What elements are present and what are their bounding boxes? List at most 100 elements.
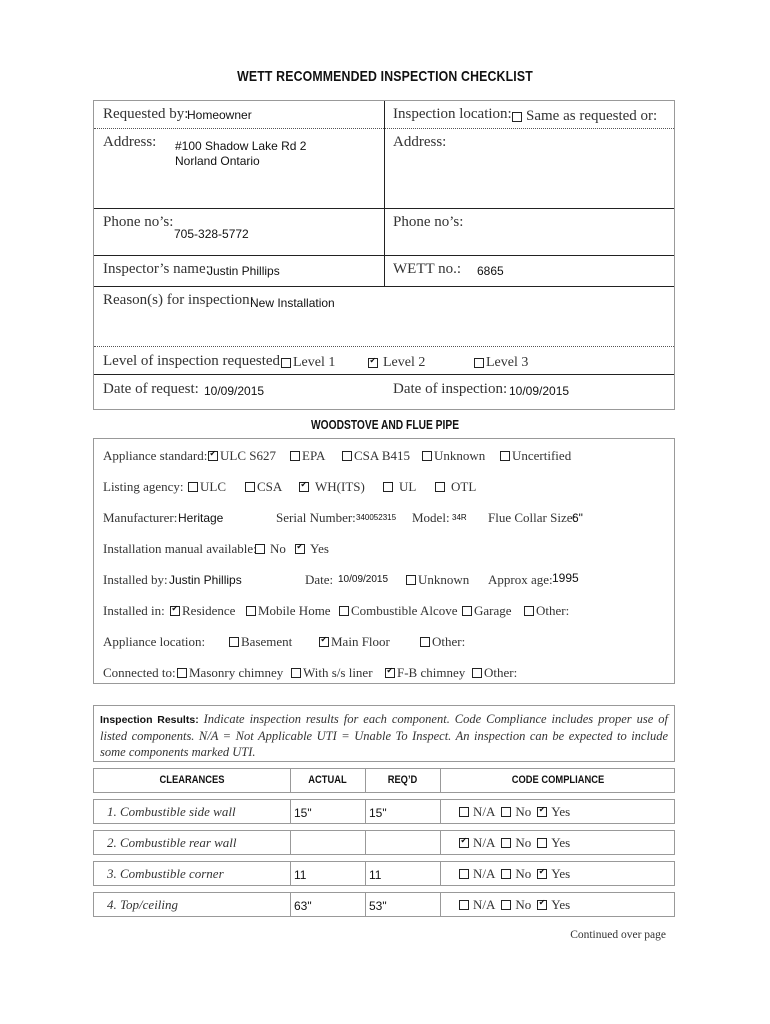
compliance-yes-option[interactable]: Yes (537, 835, 570, 850)
appliance-standard-unknown-checkbox[interactable] (422, 451, 432, 461)
compliance-na-checkbox[interactable] (459, 836, 469, 848)
address-line2-field[interactable]: Norland Ontario (175, 154, 260, 168)
listing-agency-csa-checkbox[interactable] (245, 482, 255, 492)
manual-yes-checkbox[interactable] (295, 542, 305, 554)
compliance-yes-checkbox[interactable] (537, 838, 548, 848)
appliance-standard-uncertified-checkbox[interactable] (500, 451, 510, 461)
same-as-requested-checkbox[interactable] (512, 111, 522, 122)
installed-in-garage-checkbox[interactable] (462, 606, 472, 616)
listing-agency-wh-checkbox[interactable] (299, 480, 309, 492)
location-main-floor-checkbox[interactable] (319, 635, 329, 647)
installed-in-residence-option[interactable]: Residence (170, 603, 235, 619)
listing-agency-csa-option[interactable]: CSA (245, 479, 282, 495)
appliance-standard-uncertified-option[interactable]: Uncertified (500, 448, 571, 464)
location-other-option[interactable]: Other: (420, 634, 465, 650)
requested-by-field[interactable]: Homeowner (187, 108, 252, 122)
compliance-no-option[interactable]: No (501, 866, 531, 881)
connected-masonry-option[interactable]: Masonry chimney (177, 665, 283, 681)
phone-field[interactable]: 705-328-5772 (174, 227, 249, 241)
compliance-na-checkbox[interactable] (459, 869, 469, 879)
level-3-checkbox[interactable] (474, 358, 484, 368)
compliance-yes-checkbox[interactable] (537, 867, 548, 879)
level-1-checkbox[interactable] (281, 358, 291, 368)
listing-agency-otl-checkbox[interactable] (435, 482, 445, 492)
level-1-option[interactable]: Level 1 (281, 355, 335, 371)
manual-no-option[interactable]: No (255, 541, 286, 557)
required-field[interactable]: 53" (369, 899, 387, 913)
appliance-standard-unknown-option[interactable]: Unknown (422, 448, 485, 464)
listing-agency-wh-option[interactable]: WH(ITS) (299, 479, 365, 495)
same-as-requested-option[interactable]: Same as requested or: (512, 108, 657, 125)
level-2-checkbox[interactable] (368, 356, 378, 368)
compliance-no-checkbox[interactable] (501, 900, 512, 910)
actual-field[interactable]: 63" (294, 899, 312, 913)
installed-in-other-checkbox[interactable] (524, 606, 534, 616)
flue-collar-size-field[interactable]: 6" (572, 511, 583, 525)
connected-fb-chimney-option[interactable]: F-B chimney (385, 665, 465, 681)
compliance-na-option[interactable]: N/A (459, 897, 495, 912)
connected-other-option[interactable]: Other: (472, 665, 517, 681)
connected-liner-option[interactable]: With s/s liner (291, 665, 373, 681)
install-date-unknown-checkbox[interactable] (406, 575, 416, 585)
serial-number-field[interactable]: 340052315 (356, 513, 396, 522)
inspector-name-field[interactable]: Justin Phillips (207, 264, 280, 278)
compliance-no-option[interactable]: No (501, 835, 531, 850)
appliance-standard-csa-checkbox[interactable] (342, 451, 352, 461)
actual-field[interactable]: 15" (294, 806, 312, 820)
date-of-inspection-field[interactable]: 10/09/2015 (509, 384, 569, 398)
compliance-na-checkbox[interactable] (459, 900, 469, 910)
appliance-standard-ulc-option[interactable]: ULC S627 (208, 448, 276, 464)
compliance-na-option[interactable]: N/A (459, 835, 495, 850)
compliance-yes-checkbox[interactable] (537, 898, 548, 910)
manual-yes-option[interactable]: Yes (295, 541, 329, 557)
address-line1-field[interactable]: #100 Shadow Lake Rd 2 (175, 139, 306, 153)
connected-liner-checkbox[interactable] (291, 668, 301, 678)
listing-agency-ulc-option[interactable]: ULC (188, 479, 226, 495)
installed-in-residence-checkbox[interactable] (170, 604, 180, 616)
approx-age-field[interactable]: 1995 (552, 571, 579, 585)
installed-in-alcove-option[interactable]: Combustible Alcove (339, 603, 458, 619)
location-basement-option[interactable]: Basement (229, 634, 292, 650)
location-main-floor-option[interactable]: Main Floor (319, 634, 390, 650)
appliance-standard-csa-option[interactable]: CSA B415 (342, 448, 410, 464)
compliance-no-checkbox[interactable] (501, 869, 512, 879)
reason-field[interactable]: New Installation (250, 296, 335, 310)
compliance-no-option[interactable]: No (501, 897, 531, 912)
listing-agency-ulc-checkbox[interactable] (188, 482, 198, 492)
installed-in-mobile-home-option[interactable]: Mobile Home (246, 603, 331, 619)
compliance-no-checkbox[interactable] (501, 838, 512, 848)
model-field[interactable]: 34R (452, 513, 467, 522)
date-of-request-field[interactable]: 10/09/2015 (204, 384, 264, 398)
listing-agency-ul-checkbox[interactable] (383, 482, 393, 492)
installed-in-mobile-home-checkbox[interactable] (246, 606, 256, 616)
compliance-na-option[interactable]: N/A (459, 866, 495, 881)
listing-agency-ul-option[interactable]: UL (383, 479, 416, 495)
appliance-standard-epa-checkbox[interactable] (290, 451, 300, 461)
install-date-unknown-option[interactable]: Unknown (406, 572, 469, 588)
required-field[interactable]: 15" (369, 806, 387, 820)
installed-in-alcove-checkbox[interactable] (339, 606, 349, 616)
connected-other-checkbox[interactable] (472, 668, 482, 678)
installed-in-garage-option[interactable]: Garage (462, 603, 512, 619)
compliance-no-checkbox[interactable] (501, 807, 512, 817)
manual-no-checkbox[interactable] (255, 544, 265, 554)
listing-agency-otl-option[interactable]: OTL (435, 479, 476, 495)
install-date-field[interactable]: 10/09/2015 (338, 574, 388, 585)
level-3-option[interactable]: Level 3 (474, 355, 528, 371)
compliance-yes-option[interactable]: Yes (537, 897, 570, 912)
appliance-standard-epa-option[interactable]: EPA (290, 448, 325, 464)
required-field[interactable]: 11 (369, 868, 381, 882)
compliance-yes-checkbox[interactable] (537, 805, 548, 817)
wett-no-field[interactable]: 6865 (477, 264, 504, 278)
level-2-option[interactable]: Level 2 (368, 355, 425, 371)
location-basement-checkbox[interactable] (229, 637, 239, 647)
compliance-na-option[interactable]: N/A (459, 804, 495, 819)
actual-field[interactable]: 11 (294, 868, 306, 882)
compliance-yes-option[interactable]: Yes (537, 804, 570, 819)
compliance-no-option[interactable]: No (501, 804, 531, 819)
connected-masonry-checkbox[interactable] (177, 668, 187, 678)
installed-by-field[interactable]: Justin Phillips (169, 573, 242, 587)
compliance-na-checkbox[interactable] (459, 807, 469, 817)
appliance-standard-ulc-checkbox[interactable] (208, 449, 218, 461)
compliance-yes-option[interactable]: Yes (537, 866, 570, 881)
